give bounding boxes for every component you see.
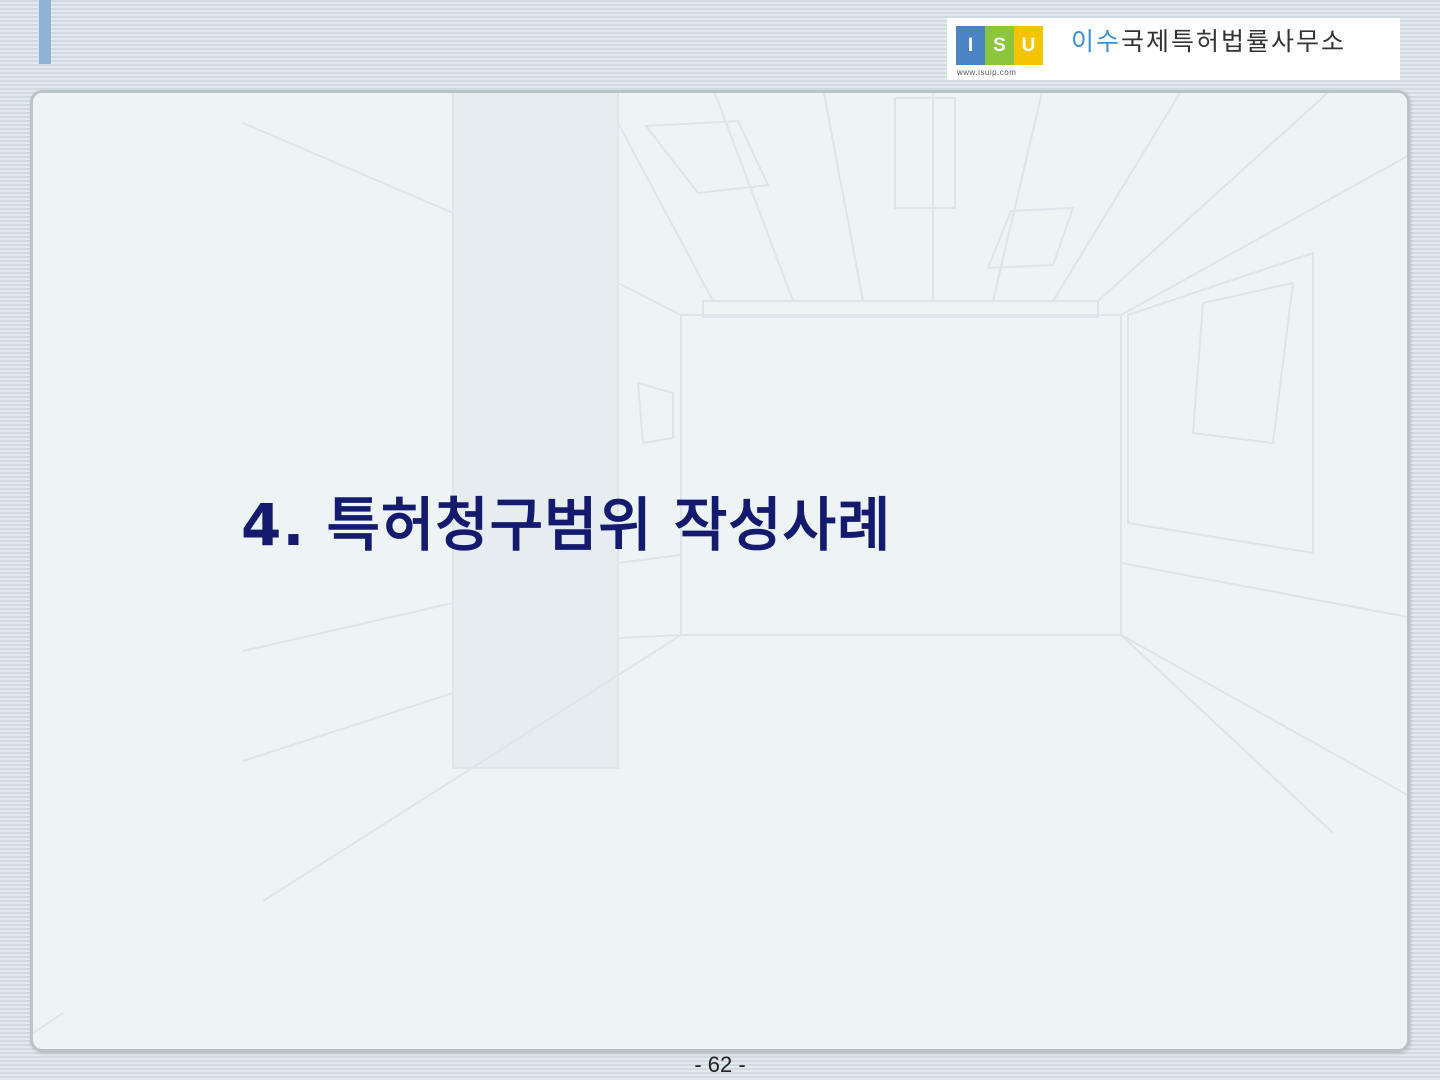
- accent-bar: [39, 0, 51, 64]
- logo-letter-u: U: [1014, 26, 1043, 65]
- company-name: 이수국제특허법률사무소: [1071, 22, 1346, 58]
- logo-letter-i: I: [956, 26, 985, 65]
- company-name-rest: 국제특허법률사무소: [1121, 27, 1347, 56]
- company-logo: I S U www.isuip.com 이수국제특허법률사무소: [947, 18, 1400, 80]
- room-sketch-background: [33, 93, 1407, 1034]
- company-name-highlight: 이수: [1071, 27, 1122, 56]
- content-panel: 4. 특허청구범위 작성사례: [30, 90, 1410, 1052]
- logo-letter-s: S: [985, 26, 1014, 65]
- slide-title: 4. 특허청구범위 작성사례: [241, 491, 892, 559]
- page-number: - 62 -: [694, 1052, 746, 1077]
- logo-url: www.isuip.com: [957, 68, 1017, 77]
